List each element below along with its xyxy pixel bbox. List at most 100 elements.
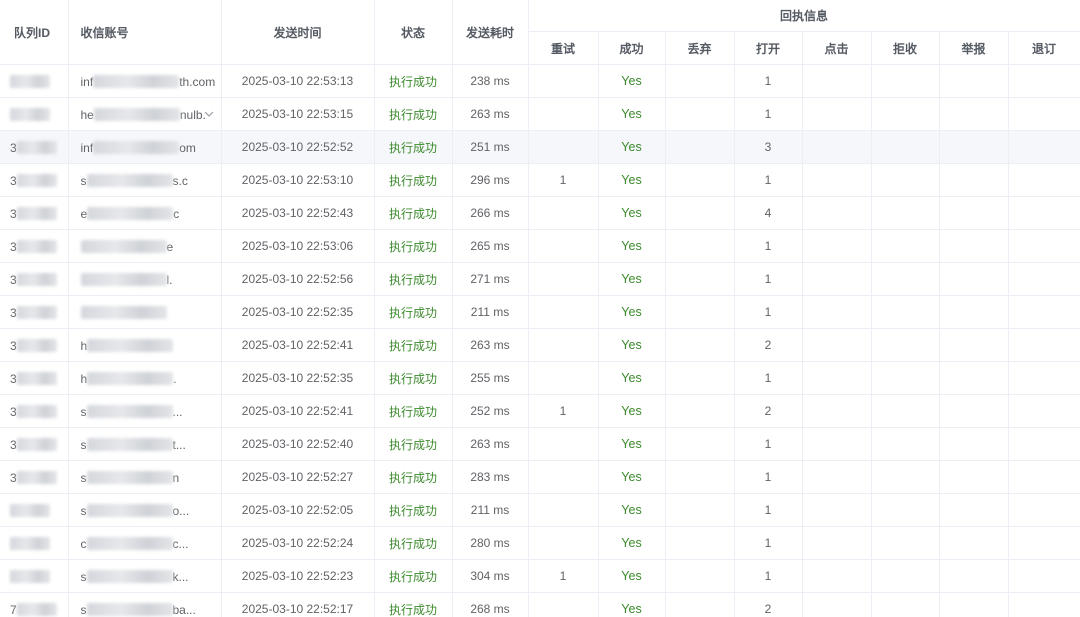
unsubscribe-cell <box>1008 262 1080 296</box>
table-row[interactable]: he nulb. 2025-03-10 22:53:15 执行成功 263 ms Yes 1 <box>0 97 1080 131</box>
status-cell: 执行成功 <box>374 592 453 617</box>
redacted-id <box>16 470 57 484</box>
table-row[interactable]: inf th.com 2025-03-10 22:53:13 执行成功 238 ms Ye… <box>0 64 1080 98</box>
send-time-cell: 2025-03-10 22:53:13 <box>221 64 375 98</box>
table-row[interactable]: 3 s t... 2025-03-10 22:52:40 执行成功 263 ms Yes 1 <box>0 427 1080 461</box>
click-cell <box>802 262 872 296</box>
table-row[interactable]: 3 e 2025-03-10 22:53:06 执行成功 265 ms Yes 1 <box>0 229 1080 263</box>
redacted-account <box>86 437 173 451</box>
duration-cell: 304 ms <box>452 559 529 593</box>
reject-cell <box>871 460 940 494</box>
table-row[interactable]: 3 s... 2025-03-10 22:52:41 执行成功 252 ms 1 Yes 2 <box>0 394 1080 428</box>
reject-cell <box>871 64 940 98</box>
header-status[interactable]: 状态 <box>374 0 453 65</box>
discard-cell <box>665 427 735 461</box>
send-time-cell: 2025-03-10 22:53:10 <box>221 163 375 197</box>
header-reject[interactable]: 拒收 <box>871 31 940 65</box>
redacted-account <box>80 272 167 286</box>
queue-id-visible: 3 <box>10 173 17 188</box>
table-row[interactable]: 3 s s.c 2025-03-10 22:53:10 执行成功 296 ms 1 Yes 1 <box>0 163 1080 197</box>
header-send-time[interactable]: 发送时间 <box>221 0 375 65</box>
redacted-id <box>16 173 57 187</box>
click-cell <box>802 130 872 164</box>
header-click[interactable]: 点击 <box>802 31 872 65</box>
table-row[interactable]: 3 h. 2025-03-10 22:52:35 执行成功 255 ms Yes 1 <box>0 361 1080 395</box>
redacted-account <box>87 338 174 352</box>
report-cell <box>939 460 1009 494</box>
header-success[interactable]: 成功 <box>598 31 666 65</box>
reject-cell <box>871 427 940 461</box>
table-row[interactable]: 3 e c 2025-03-10 22:52:43 执行成功 266 ms Yes 4 <box>0 196 1080 230</box>
success-cell: Yes <box>598 559 666 593</box>
account-prefix: s <box>80 602 87 617</box>
account-prefix: s <box>80 569 87 584</box>
queue-id-visible: 3 <box>10 371 17 386</box>
header-discard[interactable]: 丢弃 <box>665 31 735 65</box>
open-cell: 2 <box>734 328 803 362</box>
header-account[interactable]: 收信账号 <box>68 0 222 65</box>
retry-cell <box>528 97 599 131</box>
open-cell: 1 <box>734 460 803 494</box>
table-row[interactable]: 3 2025-03-10 22:52:35 执行成功 211 ms Yes 1 <box>0 295 1080 329</box>
chevron-down-icon[interactable] <box>203 108 215 120</box>
table-row[interactable]: 3 inf om 2025-03-10 22:52:52 执行成功 251 ms Yes 3 <box>0 130 1080 164</box>
send-time-cell: 2025-03-10 22:52:24 <box>221 526 375 560</box>
queue-id-cell: 3 <box>0 196 69 230</box>
redacted-account <box>86 536 173 550</box>
account-cell: s o... <box>68 493 222 527</box>
header-queue-id[interactable]: 队列ID <box>0 0 69 65</box>
table-row[interactable]: s o... 2025-03-10 22:52:05 执行成功 211 ms Yes 1 <box>0 493 1080 527</box>
table-row[interactable]: 3 s n 2025-03-10 22:52:27 执行成功 283 ms Yes 1 <box>0 460 1080 494</box>
table-row[interactable]: 7 s ba... 2025-03-10 22:52:17 执行成功 268 ms Yes 2 <box>0 592 1080 617</box>
send-time-cell: 2025-03-10 22:52:05 <box>221 493 375 527</box>
table-row[interactable]: 3 l. 2025-03-10 22:52:56 执行成功 271 ms Yes 1 <box>0 262 1080 296</box>
retry-cell: 1 <box>528 163 599 197</box>
header-open[interactable]: 打开 <box>734 31 803 65</box>
table-row[interactable]: 3 h 2025-03-10 22:52:41 执行成功 263 ms Yes 2 <box>0 328 1080 362</box>
status-cell: 执行成功 <box>374 559 453 593</box>
open-cell: 1 <box>734 526 803 560</box>
account-prefix: s <box>80 173 87 188</box>
account-cell: s t... <box>68 427 222 461</box>
redacted-account <box>86 569 173 583</box>
discard-cell <box>665 262 735 296</box>
header-unsubscribe[interactable]: 退订 <box>1008 31 1080 65</box>
account-prefix: h <box>80 338 88 353</box>
redacted-account <box>86 404 173 418</box>
report-cell <box>939 394 1009 428</box>
unsubscribe-cell <box>1008 295 1080 329</box>
header-retry[interactable]: 重试 <box>528 31 599 65</box>
retry-cell <box>528 328 599 362</box>
report-cell <box>939 97 1009 131</box>
discard-cell <box>665 592 735 617</box>
header-duration[interactable]: 发送耗时 <box>452 0 529 65</box>
click-cell <box>802 427 872 461</box>
account-suffix: e <box>166 239 174 254</box>
redacted-id <box>16 206 57 220</box>
click-cell <box>802 493 872 527</box>
reject-cell <box>871 163 940 197</box>
account-prefix: he <box>80 107 94 122</box>
success-cell: Yes <box>598 592 666 617</box>
table-row[interactable]: c c... 2025-03-10 22:52:24 执行成功 280 ms Yes 1 <box>0 526 1080 560</box>
queue-id-cell <box>0 559 69 593</box>
reject-cell <box>871 361 940 395</box>
redacted-account <box>93 74 180 88</box>
account-suffix: t... <box>172 437 186 452</box>
retry-cell <box>528 64 599 98</box>
queue-id-visible: 3 <box>10 305 17 320</box>
status-cell: 执行成功 <box>374 163 453 197</box>
account-prefix: inf <box>80 140 94 155</box>
unsubscribe-cell <box>1008 163 1080 197</box>
retry-cell: 1 <box>528 394 599 428</box>
table-row[interactable]: s k... 2025-03-10 22:52:23 执行成功 304 ms 1 Yes 1 <box>0 559 1080 593</box>
discard-cell <box>665 295 735 329</box>
retry-cell <box>528 460 599 494</box>
header-report[interactable]: 举报 <box>939 31 1009 65</box>
reject-cell <box>871 295 940 329</box>
redacted-account <box>93 140 180 154</box>
retry-cell <box>528 262 599 296</box>
send-time-cell: 2025-03-10 22:52:35 <box>221 295 375 329</box>
report-cell <box>939 229 1009 263</box>
open-cell: 4 <box>734 196 803 230</box>
